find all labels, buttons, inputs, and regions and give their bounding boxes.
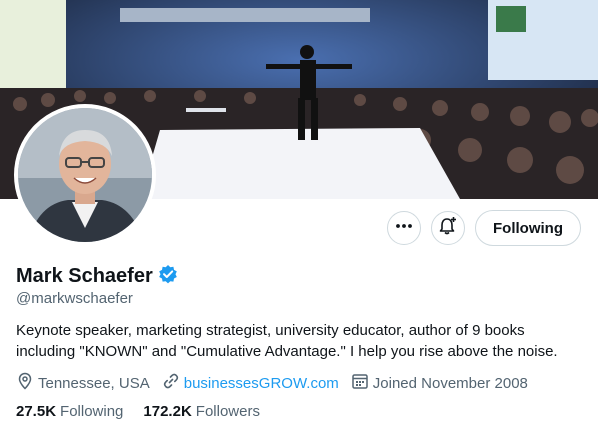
following-label: Following bbox=[60, 403, 124, 420]
more-horizontal-icon bbox=[395, 217, 413, 240]
website-item: businessesGROW.com bbox=[162, 372, 339, 394]
following-button[interactable]: Following bbox=[475, 210, 581, 246]
link-icon bbox=[162, 372, 180, 394]
bell-plus-icon bbox=[438, 216, 458, 241]
following-stat[interactable]: 27.5K Following bbox=[16, 403, 123, 420]
website-link[interactable]: businessesGROW.com bbox=[184, 375, 339, 392]
joined-item: Joined November 2008 bbox=[351, 372, 528, 394]
followers-count: 172.2K bbox=[143, 403, 192, 420]
followers-label: Followers bbox=[195, 403, 260, 420]
profile-bio: Keynote speaker, marketing strategist, u… bbox=[16, 322, 558, 360]
profile-meta: Tennessee, USA businessesGROW.com Joined… bbox=[16, 372, 540, 394]
location-text: Tennessee, USA bbox=[38, 374, 150, 392]
notify-button[interactable] bbox=[431, 211, 466, 245]
followers-stat[interactable]: 172.2K Followers bbox=[143, 403, 260, 420]
location-pin-icon bbox=[16, 372, 34, 394]
follow-stats: 27.5K Following 172.2K Followers bbox=[16, 403, 280, 420]
calendar-icon bbox=[351, 372, 369, 394]
avatar-photo bbox=[18, 108, 152, 242]
verified-badge-icon bbox=[158, 264, 178, 289]
more-button[interactable] bbox=[387, 211, 422, 245]
profile-avatar[interactable] bbox=[14, 104, 156, 246]
display-name: Mark Schaefer bbox=[16, 265, 153, 287]
joined-text: Joined November 2008 bbox=[372, 374, 528, 392]
name-row: Mark Schaefer bbox=[16, 264, 178, 289]
profile-actions: Following bbox=[387, 210, 581, 246]
user-handle: @markwschaefer bbox=[16, 290, 133, 307]
location-item: Tennessee, USA bbox=[16, 372, 150, 394]
following-count: 27.5K bbox=[16, 403, 57, 420]
